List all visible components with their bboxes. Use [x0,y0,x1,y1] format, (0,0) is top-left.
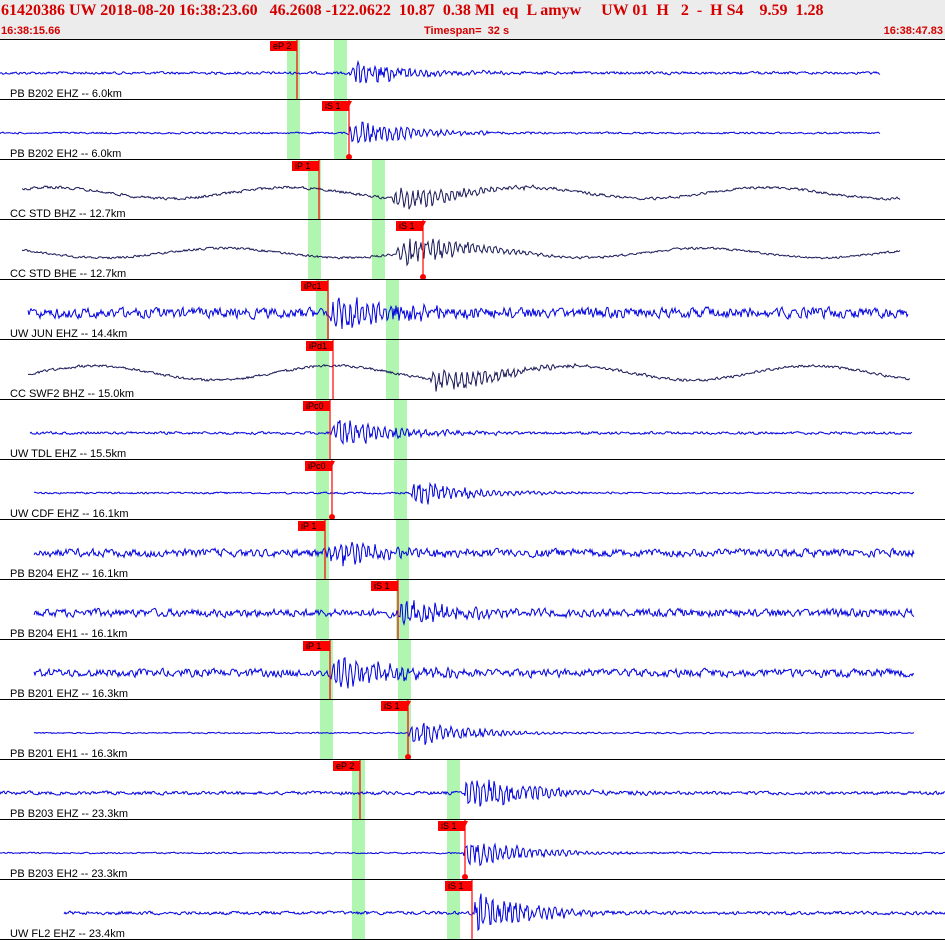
waveform [21,238,901,267]
pick-window-band [287,100,300,160]
pick-label: iS 1 [374,581,390,591]
pick-label: iS 1 [325,101,341,111]
event-header: 61420386 UW 2018-08-20 16:38:23.60 46.26… [0,0,945,40]
trace-row[interactable]: iS 1 PB B203 EH2 -- 23.3km [0,820,945,880]
waveform [63,893,945,932]
window-start-time: 16:38:15.66 [1,25,61,37]
channel-label: CC STD BHZ -- 12.7km [10,208,126,220]
timespan-label: Timespan= 32 s [424,25,510,37]
waveform [33,481,915,505]
pick-label: iPc1 [304,281,322,291]
trace-row[interactable]: iS 1 PB B202 EH2 -- 6.0km [0,100,945,160]
pick-window-band [334,40,347,100]
channel-label: UW JUN EHZ -- 14.4km [10,328,127,340]
pick-window-band [320,700,333,760]
trace-row[interactable]: iPc0 UW CDF EHZ -- 16.1km [0,460,945,520]
pick-window-band [398,640,411,700]
window-end-time: 16:38:47.83 [883,25,943,37]
channel-label: PB B202 EH2 -- 6.0km [10,148,121,160]
trace-row[interactable]: iS 1 CC STD BHE -- 12.7km [0,220,945,280]
pick-window-band [386,340,399,400]
trace-row[interactable]: iPc0 UW TDL EHZ -- 15.5km [0,400,945,460]
pick-label: iS 1 [384,701,400,711]
waveform [33,656,915,689]
trace-row[interactable]: iS 1 PB B201 EH1 -- 16.3km [0,700,945,760]
waveform [27,362,911,392]
pick-window-band [352,820,365,880]
waveform [29,420,913,446]
waveform [21,184,901,210]
pick-window-band [447,760,460,820]
waveform [0,842,945,867]
pick-label: iP 1 [301,521,316,531]
pick-window-band [372,160,385,220]
seismogram-panel[interactable]: eP 2 PB B202 EHZ -- 6.0km iS 1 PB B202 EH2 … [0,40,945,940]
waveform [0,59,881,84]
trace-row[interactable]: iPc1 UW JUN EHZ -- 14.4km [0,280,945,340]
channel-label: PB B202 EHZ -- 6.0km [10,88,122,100]
channel-label: PB B201 EHZ -- 16.3km [10,688,128,700]
pick-label: iPd1 [309,341,327,351]
channel-label: PB B204 EHZ -- 16.1km [10,568,128,580]
trace-row[interactable]: eP 2 PB B202 EHZ -- 6.0km [0,40,945,100]
pick-label: iPc0 [308,461,326,471]
pick-window-band [308,220,321,280]
trace-row[interactable]: iP 1 PB B204 EHZ -- 16.1km [0,520,945,580]
pick-label: eP 2 [336,761,354,771]
channel-label: UW CDF EHZ -- 16.1km [10,508,129,520]
pick-label: iS 1 [399,221,415,231]
pick-window-band [396,520,409,580]
pick-label: eP 2 [273,41,291,51]
pick-window-band [394,460,407,520]
channel-label: PB B203 EH2 -- 23.3km [10,868,127,880]
waveform [33,722,915,745]
channel-label: CC SWF2 BHZ -- 15.0km [10,388,134,400]
trace-row[interactable]: eP 2 PB B203 EHZ -- 23.3km [0,760,945,820]
pick-label: iPc0 [306,401,324,411]
pick-label: iP 1 [306,641,321,651]
channel-label: PB B203 EHZ -- 23.3km [10,808,128,820]
pick-label: iP 1 [295,161,310,171]
trace-row[interactable]: iPd1 CC SWF2 BHZ -- 15.0km [0,340,945,400]
channel-label: PB B204 EH1 -- 16.1km [10,628,127,640]
trace-row[interactable]: iS 1 PB B204 EH1 -- 16.1km [0,580,945,640]
channel-label: UW TDL EHZ -- 15.5km [10,448,126,460]
waveform [0,121,881,144]
waveform [0,779,945,807]
channel-label: CC STD BHE -- 12.7km [10,268,126,280]
pick-label: iS 1 [441,821,457,831]
pick-window-band [372,220,385,280]
channel-label: PB B201 EH1 -- 16.3km [10,748,127,760]
pick-window-band [352,880,365,940]
waveform [27,297,909,330]
trace-row[interactable]: iP 1 PB B201 EHZ -- 16.3km [0,640,945,700]
trace-row[interactable]: iP 1 CC STD BHZ -- 12.7km [0,160,945,220]
trace-row[interactable]: iS 1 UW FL2 EHZ -- 23.4km [0,880,945,940]
waveform [33,600,915,626]
waveform [33,541,915,567]
event-info-line: 61420386 UW 2018-08-20 16:38:23.60 46.26… [1,2,824,19]
channel-label: UW FL2 EHZ -- 23.4km [10,928,125,940]
pick-label: iS 1 [448,881,464,891]
